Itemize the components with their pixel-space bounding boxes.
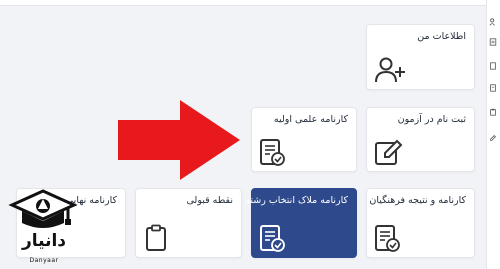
card-farhangian-report[interactable]: کارنامه و نتیجه فرهنگیان bbox=[366, 188, 475, 258]
red-arrow-icon bbox=[118, 100, 240, 184]
file-icon[interactable] bbox=[489, 84, 497, 92]
logo-text: دانیار bbox=[21, 231, 67, 251]
dashboard-page: اطلاعات من ثبت نام در آزمون کارنامه علمی… bbox=[0, 0, 500, 269]
user-edit-icon[interactable] bbox=[489, 18, 497, 26]
card-title: ثبت نام در آزمون bbox=[397, 114, 466, 125]
top-bar bbox=[0, 0, 500, 6]
card-title: کارنامه ملاک انتخاب رشته bbox=[245, 195, 348, 206]
clipboard-icon bbox=[142, 223, 172, 253]
card-title: نقطه قبولی bbox=[186, 195, 233, 206]
card-my-info[interactable]: اطلاعات من bbox=[366, 24, 475, 90]
report-card-icon bbox=[258, 223, 288, 253]
card-acceptance-point[interactable]: نقطه قبولی bbox=[135, 188, 242, 258]
clipboard-icon[interactable] bbox=[489, 108, 497, 116]
list-icon[interactable] bbox=[489, 38, 497, 46]
danyaar-logo: دانیار Danyaar bbox=[8, 187, 78, 269]
card-initial-report[interactable]: کارنامه علمی اولیه bbox=[251, 107, 357, 172]
card-exam-registration[interactable]: ثبت نام در آزمون bbox=[366, 107, 475, 172]
logo-text-en: Danyaar bbox=[29, 257, 59, 264]
edit-icon bbox=[373, 137, 405, 167]
card-title: کارنامه و نتیجه فرهنگیان bbox=[369, 195, 466, 206]
right-sidebar bbox=[486, 0, 500, 269]
card-title: اطلاعات من bbox=[417, 31, 466, 42]
document-icon[interactable] bbox=[489, 62, 497, 70]
report-card-icon bbox=[373, 223, 403, 253]
user-plus-icon bbox=[373, 55, 407, 85]
report-card-icon bbox=[258, 137, 288, 167]
card-selection-report[interactable]: کارنامه ملاک انتخاب رشته bbox=[245, 188, 357, 258]
edit-icon[interactable] bbox=[489, 134, 497, 142]
card-title: کارنامه علمی اولیه bbox=[273, 114, 348, 125]
